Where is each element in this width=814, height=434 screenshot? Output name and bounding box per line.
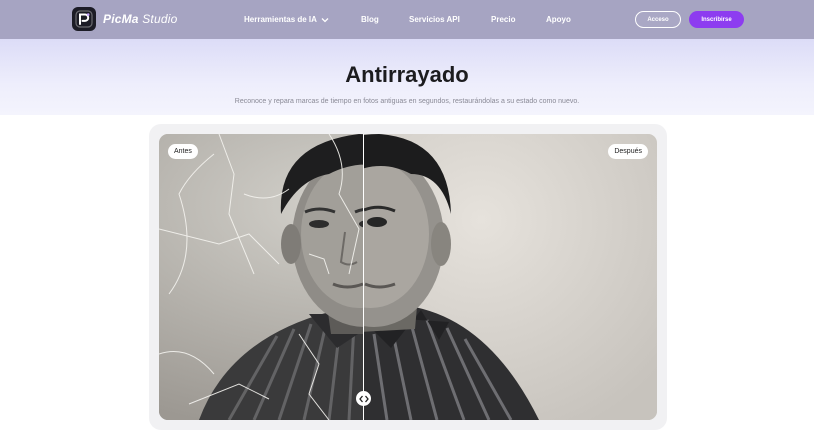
after-label: Después — [608, 144, 648, 159]
chevron-down-icon — [321, 17, 329, 22]
brand-name: PicMa Studio — [103, 12, 178, 26]
comparison-divider[interactable] — [363, 134, 364, 420]
login-button[interactable]: Acceso — [635, 11, 681, 28]
page-subtitle: Reconoce y repara marcas de tiempo en fo… — [234, 98, 580, 105]
nav-item-label: Blog — [361, 15, 379, 24]
hero-section: Antirrayado Reconoce y repara marcas de … — [0, 39, 814, 115]
nav-item-label: Apoyo — [546, 15, 571, 24]
before-after-comparison[interactable]: Antes Después — [159, 134, 657, 420]
nav-item-label: Herramientas de IA — [244, 15, 317, 24]
page-title: Antirrayado — [345, 62, 469, 87]
nav-item-ai-tools[interactable]: Herramientas de IA — [244, 0, 329, 39]
top-navigation-bar: PicMa Studio Herramientas de IA Blog Ser… — [0, 0, 814, 39]
before-label: Antes — [168, 144, 198, 159]
before-image — [159, 134, 364, 420]
nav-item-pricing[interactable]: Precio — [491, 0, 515, 39]
comparison-slider-handle[interactable] — [356, 391, 371, 406]
nav-item-blog[interactable]: Blog — [361, 0, 379, 39]
brand-logo[interactable]: PicMa Studio — [72, 7, 177, 31]
nav-item-label: Precio — [491, 15, 516, 24]
signup-button[interactable]: Inscribirse — [689, 11, 744, 28]
after-image — [364, 134, 657, 420]
nav-item-api-services[interactable]: Servicios API — [409, 0, 460, 39]
nav-item-support[interactable]: Apoyo — [546, 0, 571, 39]
nav-item-label: Servicios API — [409, 15, 460, 24]
picma-logo-icon — [72, 7, 96, 31]
drag-arrows-icon — [358, 395, 369, 402]
